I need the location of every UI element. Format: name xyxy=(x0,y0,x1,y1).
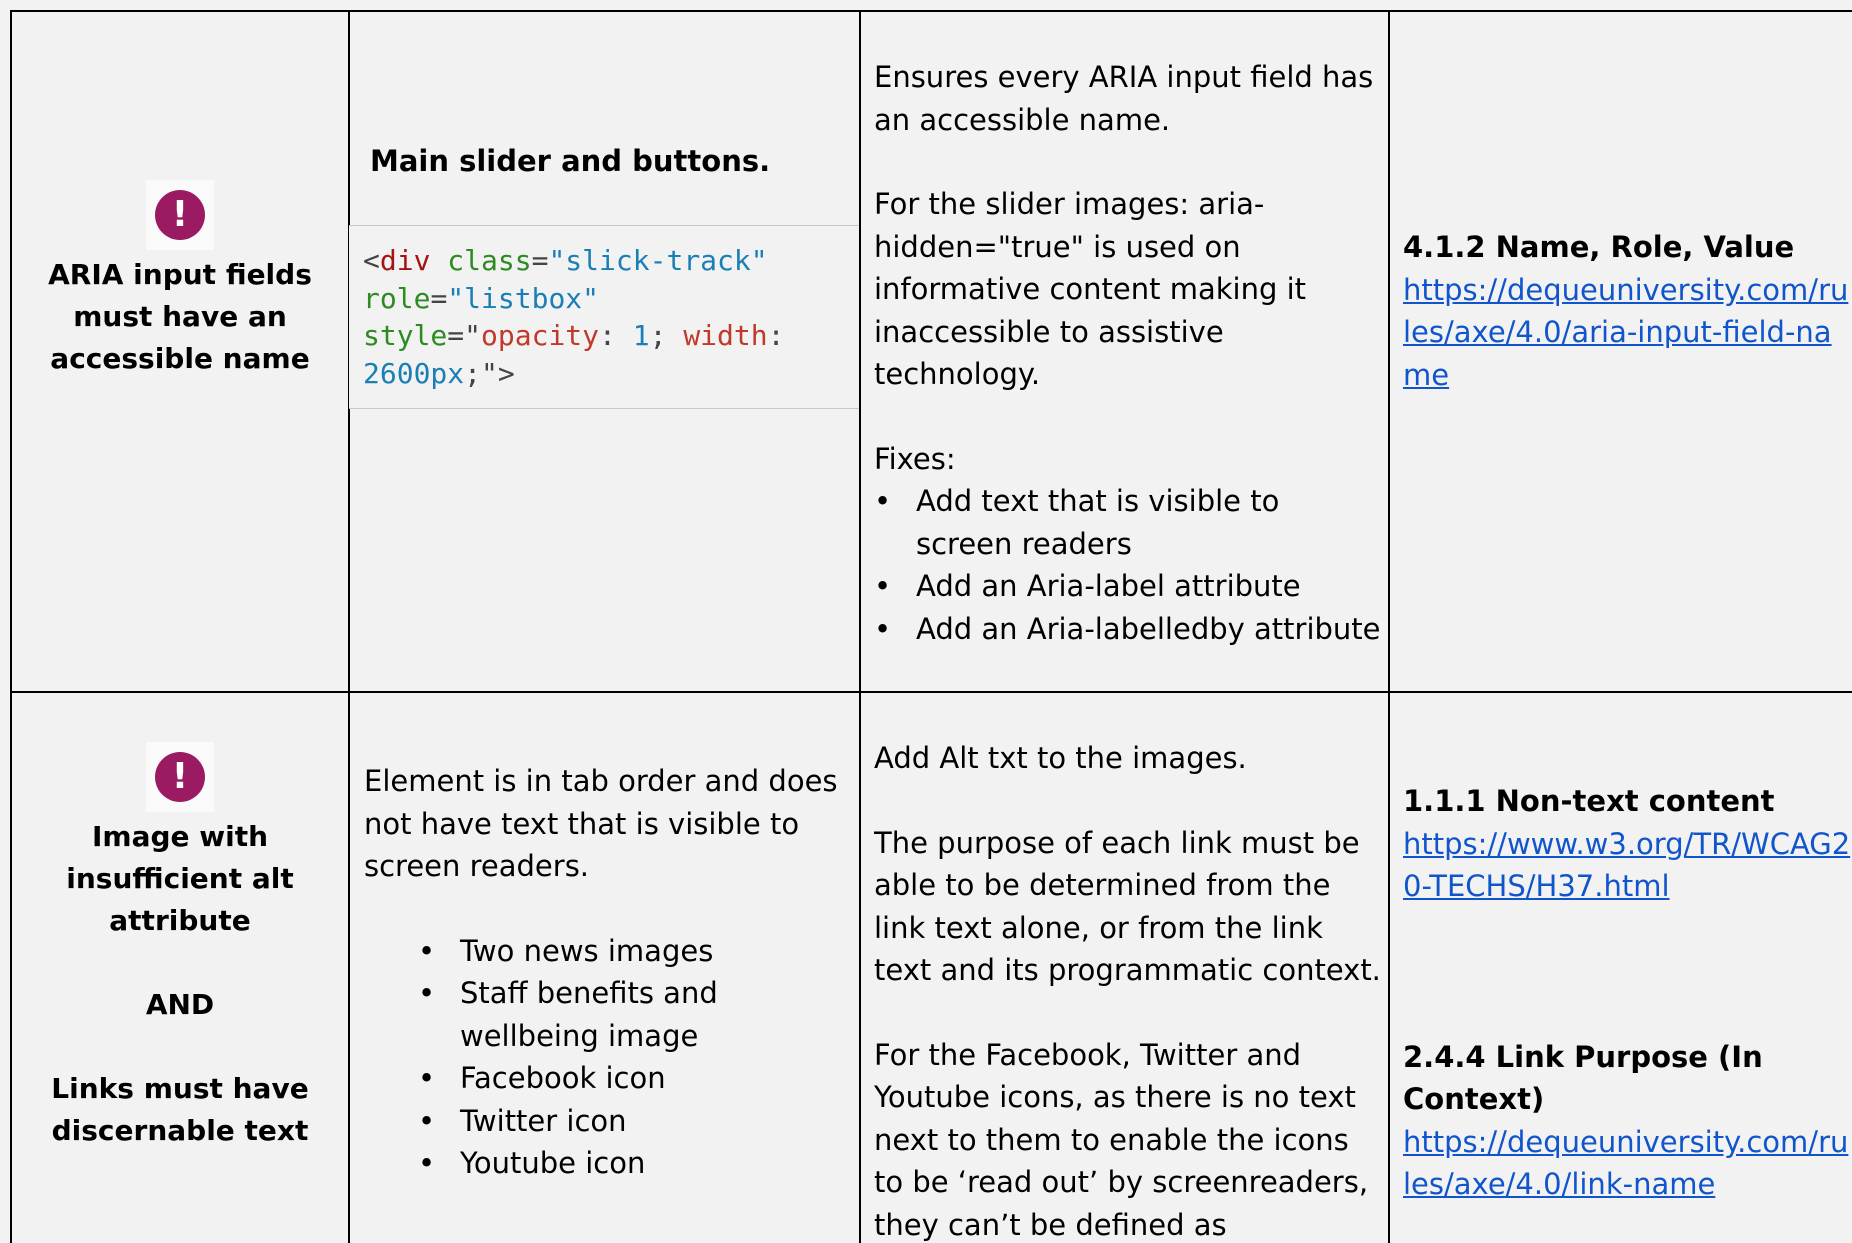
exclamation-circle-icon: ! xyxy=(146,742,214,812)
fixes-list: • Add text that is visible to screen read… xyxy=(874,480,1384,650)
description-paragraph: Ensures every ARIA input field has an ac… xyxy=(874,60,1374,137)
description-paragraph: Add Alt txt to the images. xyxy=(874,741,1247,775)
list-item: • Add an Aria-label attribute xyxy=(874,569,1301,603)
description-cell: Ensures every ARIA input field has an ac… xyxy=(874,56,1384,650)
location-text: Element is in tab order and does not hav… xyxy=(364,764,838,883)
list-item: • Two news images xyxy=(418,933,714,968)
description-paragraph: For the Facebook, Twitter and Youtube ic… xyxy=(874,1037,1369,1242)
guideline-cell: 1.1.1 Non-text content https://www.w3.or… xyxy=(1403,780,1852,1206)
description-paragraph: For the slider images: aria-hidden="true… xyxy=(874,187,1307,391)
location-heading: Main slider and buttons. xyxy=(370,144,771,178)
guideline-cell: 4.1.2 Name, Role, Value https://dequeuni… xyxy=(1403,226,1852,396)
guideline-link[interactable]: https://www.w3.org/TR/WCAG20-TECHS/H37.h… xyxy=(1403,823,1852,908)
code-snippet: <div class="slick-track" role="listbox" … xyxy=(349,225,859,409)
list-item: • Youtube icon xyxy=(418,1146,646,1180)
description-paragraph: The purpose of each link must be able to… xyxy=(874,825,1381,988)
row-divider xyxy=(10,691,1852,693)
column-divider-1 xyxy=(348,10,350,1243)
fixes-label: Fixes: xyxy=(874,441,956,476)
issue-cell: ! ARIA input fields must have an accessi… xyxy=(12,180,348,380)
affected-items-list: • Two news images • Staff benefits and wel… xyxy=(364,930,854,1185)
list-item: • Twitter icon xyxy=(418,1103,627,1138)
table-top-border xyxy=(10,10,1852,12)
audit-table: ! ARIA input fields must have an accessi… xyxy=(0,0,1852,1243)
issue-title: ARIA input fields must have an accessibl… xyxy=(48,258,312,375)
guideline-link[interactable]: https://dequeuniversity.com/rules/axe/4.… xyxy=(1403,1121,1852,1206)
guideline-link[interactable]: https://dequeuniversity.com/rules/axe/4.… xyxy=(1403,269,1852,397)
guideline-title: 1.1.1 Non-text content xyxy=(1403,784,1775,818)
list-item: • Add an Aria-labelledby attribute xyxy=(874,611,1381,646)
description-cell: Add Alt txt to the images. The purpose o… xyxy=(874,737,1384,1243)
column-divider-2 xyxy=(859,10,861,1243)
exclamation-circle-icon: ! xyxy=(146,180,214,250)
code-token: class xyxy=(447,244,532,277)
issue-cell: ! Image with insufficient alt attribute … xyxy=(12,742,348,1152)
guideline-title: 2.4.4 Link Purpose (In Context) xyxy=(1403,1039,1763,1117)
location-cell: Element is in tab order and does not hav… xyxy=(364,760,854,1185)
guideline-title: 4.1.2 Name, Role, Value xyxy=(1403,230,1795,264)
issue-and: AND xyxy=(145,988,215,1021)
list-item: • Add text that is visible to screen read… xyxy=(874,484,1280,561)
issue-title: Links must have discernable text xyxy=(51,1072,309,1147)
list-item: • Staff benefits and wellbeing image xyxy=(418,976,718,1053)
column-divider-3 xyxy=(1388,10,1390,1243)
list-item: • Facebook icon xyxy=(418,1061,666,1095)
issue-title: Image with insufficient alt attribute xyxy=(66,820,294,937)
